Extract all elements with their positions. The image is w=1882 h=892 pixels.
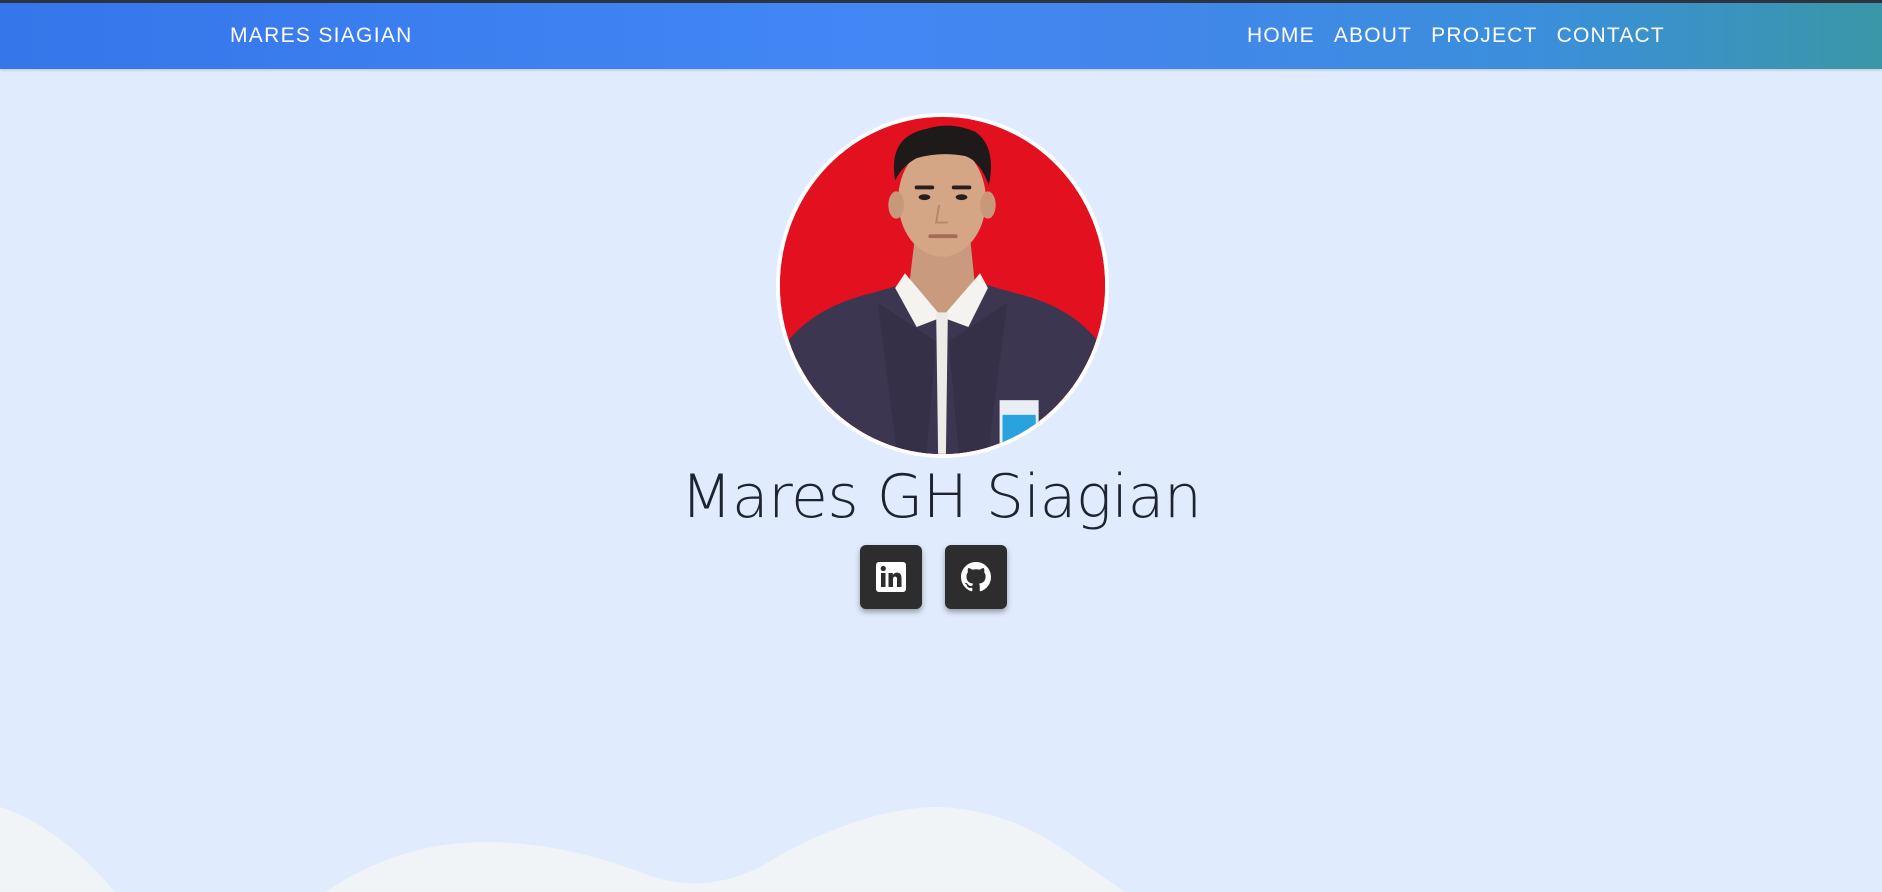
linkedin-button[interactable] bbox=[860, 545, 922, 609]
nav-link-home[interactable]: HOME bbox=[1247, 24, 1315, 48]
navbar: MARES SIAGIAN HOME ABOUT PROJECT CONTACT bbox=[0, 3, 1882, 69]
nav-link-contact[interactable]: CONTACT bbox=[1557, 24, 1665, 48]
github-icon bbox=[961, 562, 991, 592]
profile-photo-illustration bbox=[780, 117, 1105, 454]
brand-link[interactable]: MARES SIAGIAN bbox=[230, 24, 413, 48]
nav-link-about[interactable]: ABOUT bbox=[1334, 24, 1412, 48]
profile-photo bbox=[776, 113, 1109, 458]
github-button[interactable] bbox=[945, 545, 1007, 609]
bottom-wave bbox=[0, 807, 1125, 892]
profile-name: Mares GH Siagian bbox=[680, 462, 1202, 532]
window-top-edge bbox=[0, 0, 1882, 3]
linkedin-icon bbox=[876, 562, 906, 592]
nav-links: HOME ABOUT PROJECT CONTACT bbox=[1247, 24, 1684, 48]
nav-link-project[interactable]: PROJECT bbox=[1431, 24, 1537, 48]
